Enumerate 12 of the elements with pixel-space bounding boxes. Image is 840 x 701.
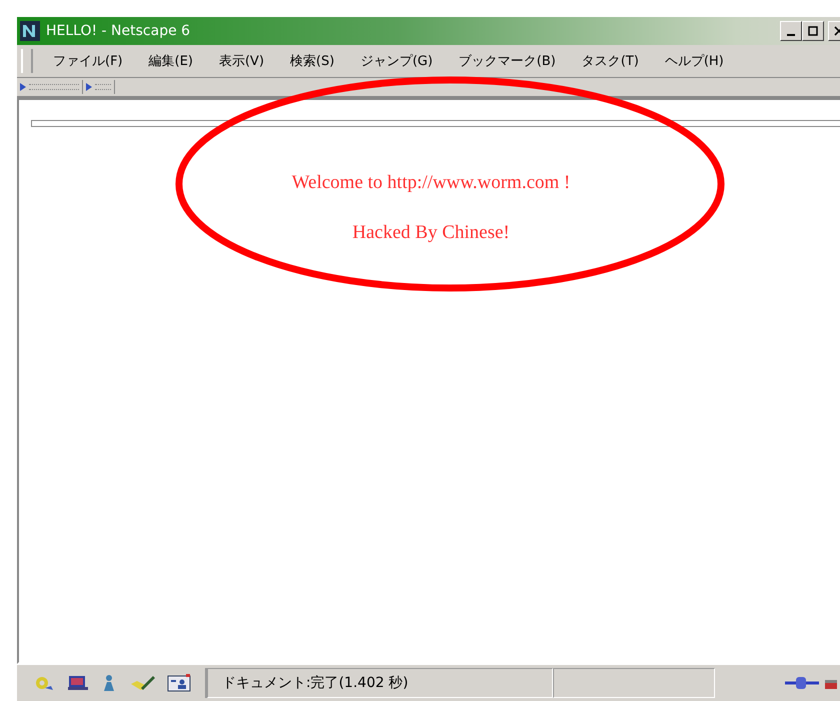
menu-item[interactable]: 編集(E) [144, 52, 215, 70]
menu-item[interactable]: タスク(T) [578, 52, 661, 70]
window-title: HELLO! - Netscape 6 [46, 23, 190, 39]
menu-item[interactable]: ブックマーク(B) [454, 52, 578, 70]
page-text: Hacked By Chinese! [351, 221, 511, 244]
menu-item[interactable]: 表示(V) [214, 52, 286, 70]
menu-item[interactable]: ファイル(F) [49, 52, 145, 70]
menu-item[interactable]: 検索(S) [286, 52, 356, 70]
menu-item[interactable]: ヘルプ(H) [660, 52, 746, 70]
menu-item[interactable]: ジャンプ(G) [356, 52, 455, 70]
status-text: ドキュメント:完了(1.402 秒) [207, 668, 553, 698]
page-text: Welcome to http://www.worm.com ! [290, 171, 572, 194]
